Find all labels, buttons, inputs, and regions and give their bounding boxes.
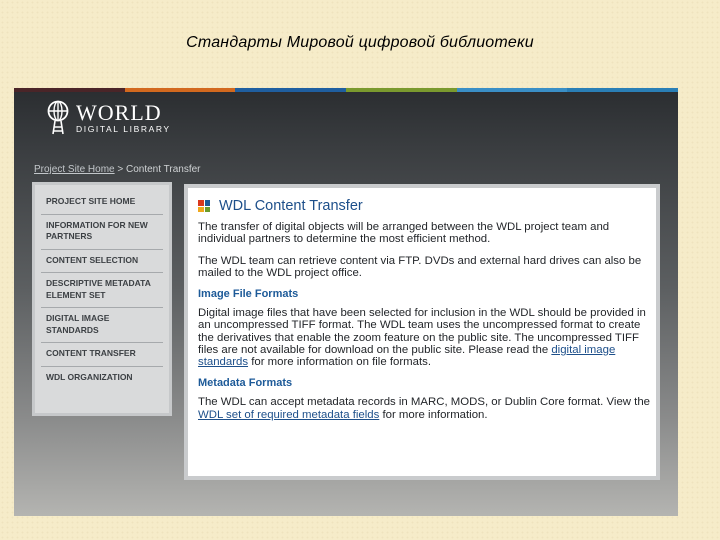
sidebar-item-descriptive-metadata[interactable]: DESCRIPTIVE METADATA ELEMENT SET	[41, 273, 163, 308]
wdl-logo[interactable]: WORLD DIGITAL LIBRARY	[46, 100, 171, 136]
sidebar-item-content-transfer[interactable]: CONTENT TRANSFER	[41, 343, 163, 367]
image-formats-heading: Image File Formats	[198, 288, 299, 301]
sidebar-item-digital-image-standards[interactable]: DIGITAL IMAGE STANDARDS	[41, 308, 163, 343]
page-title: WDL Content Transfer	[219, 198, 363, 214]
grid-cell	[198, 206, 204, 213]
sidebar-item-information-for-new-partners[interactable]: INFORMATION FOR NEW PARTNERS	[41, 215, 163, 250]
metadata-formats-paragraph: The WDL can accept metadata records in M…	[198, 396, 656, 420]
metadata-formats-text: The WDL can accept metadata records in M…	[198, 396, 650, 409]
sidebar-item-content-selection[interactable]: CONTENT SELECTION	[41, 250, 163, 273]
sidebar-nav: PROJECT SITE HOME INFORMATION FOR NEW PA…	[32, 182, 172, 416]
stripe-segment	[124, 88, 236, 92]
sidebar-item-wdl-organization[interactable]: WDL ORGANIZATION	[41, 367, 163, 390]
breadcrumb-current: Content Transfer	[126, 164, 201, 175]
stripe-segment	[346, 88, 457, 92]
website-screenshot: WORLD DIGITAL LIBRARY Project Site Home …	[14, 88, 678, 516]
color-grid-icon	[198, 200, 210, 213]
grid-cell	[204, 200, 210, 206]
color-stripe-bar	[14, 88, 678, 92]
image-formats-paragraph: Digital image files that have been selec…	[198, 307, 656, 368]
slide-title: Стандарты Мировой цифровой библиотеки	[186, 34, 534, 51]
retrieval-paragraph: The WDL team can retrieve content via FT…	[198, 254, 642, 279]
breadcrumb-separator: >	[114, 164, 126, 175]
logo-wordmark: WORLD	[76, 99, 162, 125]
globe-tower-icon	[47, 100, 69, 135]
stripe-segment	[14, 88, 125, 92]
sidebar-item-project-site-home[interactable]: PROJECT SITE HOME	[41, 191, 163, 215]
intro-paragraph: The transfer of digital objects will be …	[198, 221, 610, 246]
breadcrumb-home-link[interactable]: Project Site Home	[34, 164, 115, 175]
content-panel: WDL Content Transfer The transfer of dig…	[184, 184, 660, 480]
metadata-formats-text-end: for more information.	[379, 408, 488, 421]
stripe-segment	[567, 88, 678, 92]
metadata-formats-heading: Metadata Formats	[198, 377, 293, 390]
logo-subtitle: DIGITAL LIBRARY	[76, 123, 171, 134]
grid-cell	[198, 200, 204, 206]
metadata-fields-link[interactable]: WDL set of required metadata fields	[198, 409, 379, 421]
stripe-segment	[456, 88, 568, 92]
breadcrumb: Project Site Home > Content Transfer	[34, 164, 200, 175]
stripe-segment	[235, 88, 347, 92]
image-formats-text-end: for more information on file formats.	[248, 356, 431, 369]
grid-cell	[204, 206, 210, 213]
